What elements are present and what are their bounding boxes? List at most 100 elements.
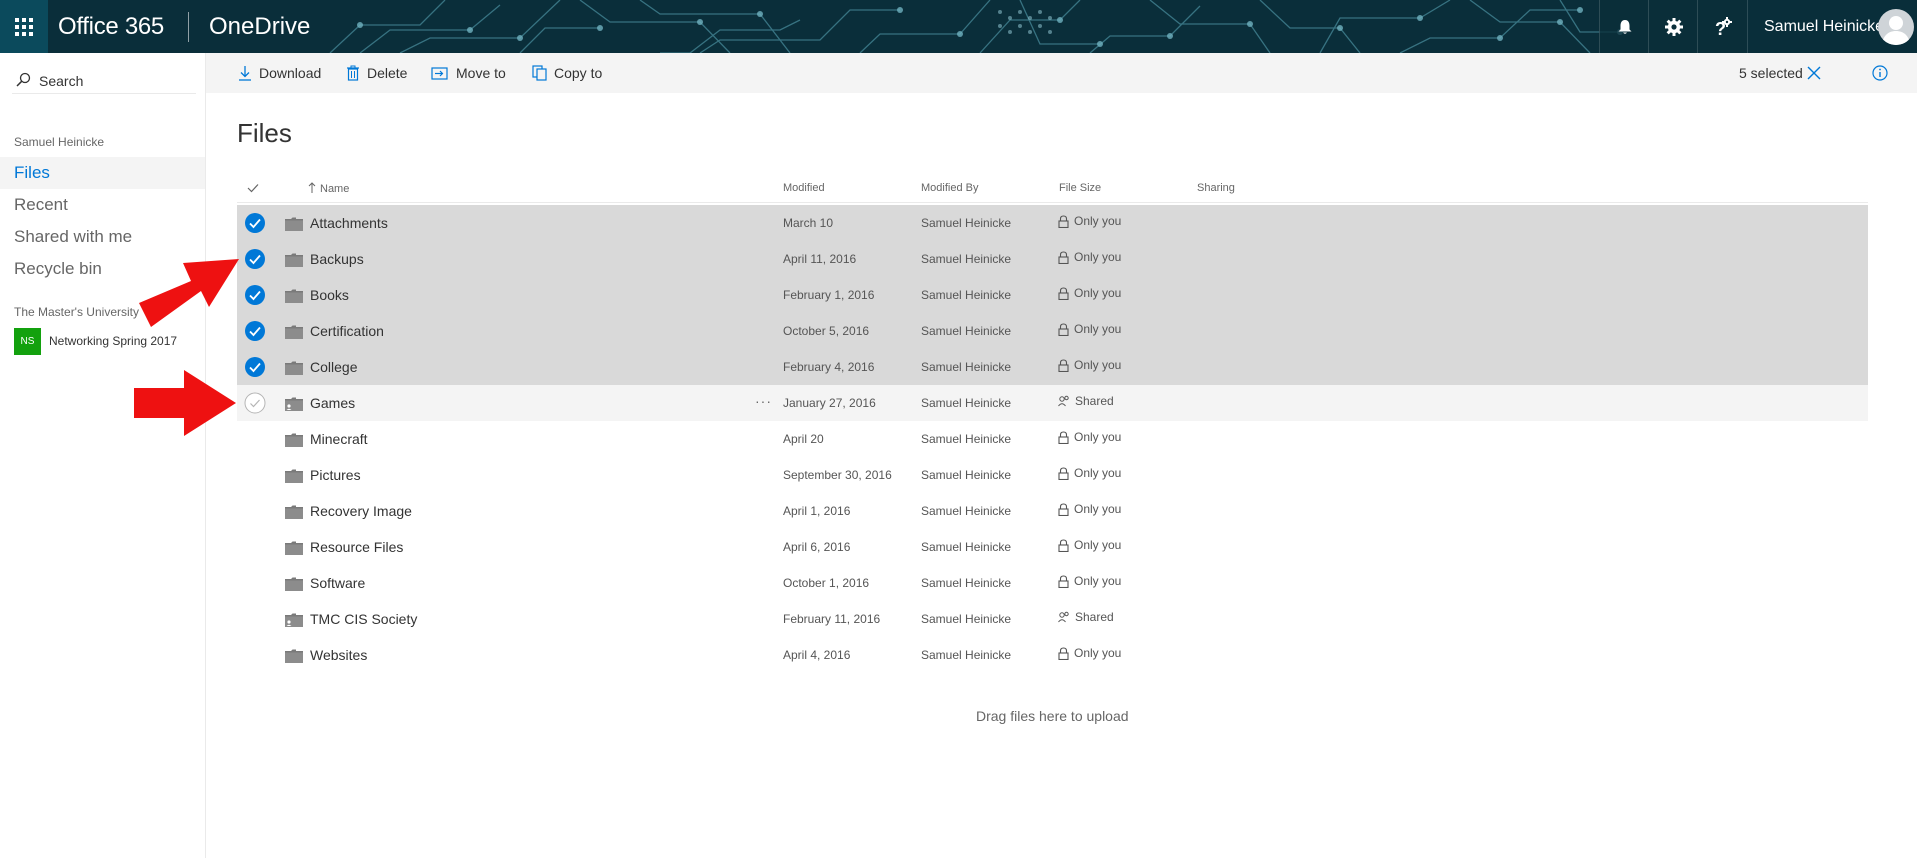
table-row[interactable]: Books February 1, 2016 Samuel Heinicke Only… — [237, 277, 1868, 313]
left-navigation: Search Samuel Heinicke Files Recent Shar… — [0, 53, 206, 858]
checked-circle-icon[interactable] — [244, 320, 266, 342]
download-button[interactable]: Download — [238, 53, 321, 93]
file-name-link[interactable]: Books — [310, 287, 349, 303]
file-name-link[interactable]: Minecraft — [310, 431, 368, 447]
sharing-status[interactable]: Only you — [1058, 286, 1121, 300]
table-row[interactable]: Pictures September 30, 2016 Samuel Heinick… — [237, 457, 1868, 493]
sharing-status[interactable]: Only you — [1058, 574, 1121, 588]
modified-by: Samuel Heinicke — [921, 540, 1012, 554]
column-file-size-header[interactable]: File Size — [1059, 182, 1101, 194]
brand-divider — [188, 12, 189, 42]
help-button[interactable]: ? — [1697, 0, 1747, 53]
copy-icon — [532, 65, 547, 81]
scrollbar[interactable] — [1899, 93, 1917, 858]
delete-button[interactable]: Delete — [346, 53, 407, 93]
file-name-link[interactable]: Pictures — [310, 467, 361, 483]
lock-icon — [1058, 214, 1069, 228]
table-row[interactable]: Resource Files April 6, 2016 Samuel Heinic… — [237, 529, 1868, 565]
file-name-link[interactable]: Games — [310, 395, 355, 411]
sharing-status[interactable]: Only you — [1058, 322, 1121, 336]
table-row[interactable]: Backups April 11, 2016 Samuel Heinicke Only… — [237, 241, 1868, 277]
file-name-link[interactable]: Resource Files — [310, 539, 403, 555]
office-365-brand-link[interactable]: Office 365 — [58, 0, 164, 53]
copy-to-button[interactable]: Copy to — [532, 53, 602, 93]
sharing-label: Only you — [1074, 502, 1122, 516]
table-row[interactable]: Games ··· January 27, 2016 Samuel Heinicke S… — [237, 385, 1868, 421]
sharing-status[interactable]: Only you — [1058, 466, 1121, 480]
checked-circle-icon[interactable] — [244, 356, 266, 378]
settings-button[interactable] — [1648, 0, 1698, 53]
lock-icon — [1058, 358, 1069, 372]
checked-circle-icon[interactable] — [244, 248, 266, 270]
table-row[interactable]: College February 4, 2016 Samuel Heinicke On… — [237, 349, 1868, 385]
sharing-label: Only you — [1074, 214, 1122, 228]
search-label: Search — [39, 73, 84, 89]
move-to-icon — [431, 67, 448, 80]
trash-icon — [347, 65, 359, 81]
nav-item-files[interactable]: Files — [0, 157, 205, 189]
sharing-status[interactable]: Only you — [1058, 430, 1121, 444]
sharing-status[interactable]: Shared — [1058, 610, 1114, 624]
table-row[interactable]: Attachments March 10 Samuel Heinicke Only y… — [237, 205, 1868, 241]
sharing-label: Only you — [1074, 574, 1122, 588]
table-row[interactable]: Software October 1, 2016 Samuel Heinicke On… — [237, 565, 1868, 601]
file-name-link[interactable]: Websites — [310, 647, 367, 663]
search-input[interactable]: Search — [12, 63, 196, 94]
column-sharing-header[interactable]: Sharing — [1197, 182, 1235, 194]
file-name-link[interactable]: Certification — [310, 323, 384, 339]
checked-circle-icon[interactable] — [244, 212, 266, 234]
sharing-status[interactable]: Only you — [1058, 646, 1121, 660]
file-name-link[interactable]: Recovery Image — [310, 503, 412, 519]
app-launcher-button[interactable] — [0, 0, 48, 53]
more-actions-button[interactable]: ··· — [755, 393, 772, 409]
checked-circle-icon[interactable] — [244, 284, 266, 306]
modified-by: Samuel Heinicke — [921, 612, 1012, 626]
annotation-arrow-games — [134, 370, 236, 436]
table-row[interactable]: Websites April 4, 2016 Samuel Heinicke Only… — [237, 637, 1868, 673]
move-to-button[interactable]: Move to — [431, 53, 506, 93]
onedrive-app-link[interactable]: OneDrive — [209, 0, 310, 53]
sharing-status[interactable]: Only you — [1058, 358, 1121, 372]
page-title: Files — [237, 118, 292, 148]
sharing-label: Only you — [1074, 646, 1122, 660]
info-icon[interactable] — [1870, 63, 1890, 83]
lock-icon — [1058, 322, 1069, 336]
table-row[interactable]: Certification October 5, 2016 Samuel Heini… — [237, 313, 1868, 349]
lock-icon — [1058, 646, 1069, 660]
account-manager-button[interactable]: Samuel Heinicke — [1747, 0, 1917, 53]
sharing-status[interactable]: Only you — [1058, 538, 1121, 552]
file-name-link[interactable]: Software — [310, 575, 365, 591]
file-name-link[interactable]: Backups — [310, 251, 364, 267]
sort-up-arrow-icon — [308, 182, 316, 193]
file-name-link[interactable]: College — [310, 359, 357, 375]
modified-date: April 11, 2016 — [783, 252, 857, 266]
modified-date: April 4, 2016 — [783, 648, 851, 662]
folder-icon — [285, 253, 303, 267]
column-modified-header[interactable]: Modified — [783, 182, 825, 194]
column-modified-by-header[interactable]: Modified By — [921, 182, 978, 194]
nav-item-recent[interactable]: Recent — [0, 189, 205, 221]
table-row[interactable]: Recovery Image April 1, 2016 Samuel Heinic… — [237, 493, 1868, 529]
notifications-button[interactable] — [1599, 0, 1649, 53]
sharing-status[interactable]: Shared — [1058, 394, 1114, 408]
select-all-checkmark-icon[interactable] — [246, 181, 260, 195]
sharing-status[interactable]: Only you — [1058, 214, 1121, 228]
modified-date: April 1, 2016 — [783, 504, 851, 518]
nav-item-shared-with-me[interactable]: Shared with me — [0, 221, 205, 253]
table-row[interactable]: Minecraft April 20 Samuel Heinicke Only you — [237, 421, 1868, 457]
column-name-label: Name — [320, 183, 350, 195]
sharing-label: Shared — [1075, 610, 1114, 624]
table-row[interactable]: TMC CIS Society February 11, 2016 Samuel H… — [237, 601, 1868, 637]
file-name-link[interactable]: Attachments — [310, 215, 388, 231]
nav-item-label: Files — [14, 163, 50, 182]
sharing-status[interactable]: Only you — [1058, 250, 1121, 264]
clear-selection-close-icon[interactable] — [1806, 65, 1822, 81]
unchecked-circle-icon[interactable] — [244, 392, 266, 414]
delete-label: Delete — [367, 65, 408, 81]
folder-icon — [285, 289, 303, 303]
sharing-label: Only you — [1074, 322, 1122, 336]
column-name-header[interactable]: Name — [308, 182, 349, 195]
modified-date: January 27, 2016 — [783, 396, 876, 410]
sharing-status[interactable]: Only you — [1058, 502, 1121, 516]
file-name-link[interactable]: TMC CIS Society — [310, 611, 417, 627]
